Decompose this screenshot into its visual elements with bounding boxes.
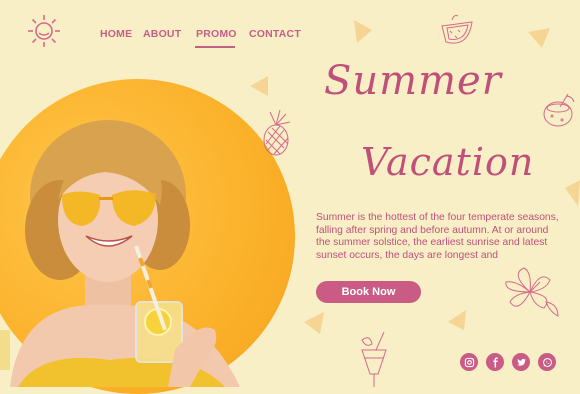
pineapple-icon: [263, 109, 291, 156]
hero-title-line2: Vacation: [361, 140, 535, 184]
cocktail-glass-icon: [361, 331, 387, 387]
hero-title-line1: Summer: [324, 58, 502, 104]
twitter-icon[interactable]: [512, 353, 530, 371]
hibiscus-flower-icon: [505, 267, 559, 317]
hero-description: Summer is the hottest of the four temper…: [316, 212, 559, 261]
instagram-icon[interactable]: [460, 353, 478, 371]
facebook-icon[interactable]: [486, 353, 504, 371]
coconut-drink-icon: [543, 93, 575, 127]
woman-with-lemonade-photo: [0, 120, 240, 387]
whatsapp-icon[interactable]: [538, 353, 556, 371]
book-now-button[interactable]: Book Now: [316, 281, 421, 303]
watermelon-slice-icon: [441, 15, 473, 44]
